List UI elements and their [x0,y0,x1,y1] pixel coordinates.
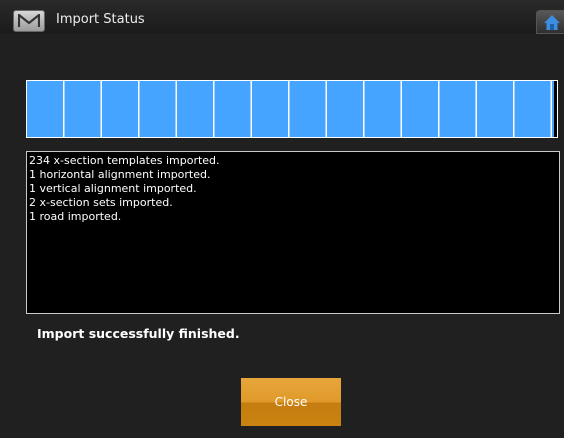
import-log[interactable]: 234 x-section templates imported. 1 hori… [26,151,560,314]
log-line: 1 vertical alignment imported. [29,182,197,195]
progress-track [27,81,557,137]
home-icon [544,15,560,30]
log-line: 1 horizontal alignment imported. [29,168,211,181]
m-logo-icon [18,14,40,27]
close-button[interactable]: Close [241,378,341,426]
menu-button[interactable] [13,10,45,32]
log-line: 234 x-section templates imported. [29,154,220,167]
import-progress-bar [26,80,558,138]
import-status-screen: Import Status 234 x-section templates im… [0,0,564,438]
title-bar: Import Status [0,0,564,34]
progress-fill [27,81,555,137]
home-button[interactable] [536,10,564,34]
log-line: 1 road imported. [29,210,122,223]
status-message: Import successfully finished. [37,326,240,341]
window-title: Import Status [56,12,145,27]
log-line: 2 x-section sets imported. [29,196,173,209]
